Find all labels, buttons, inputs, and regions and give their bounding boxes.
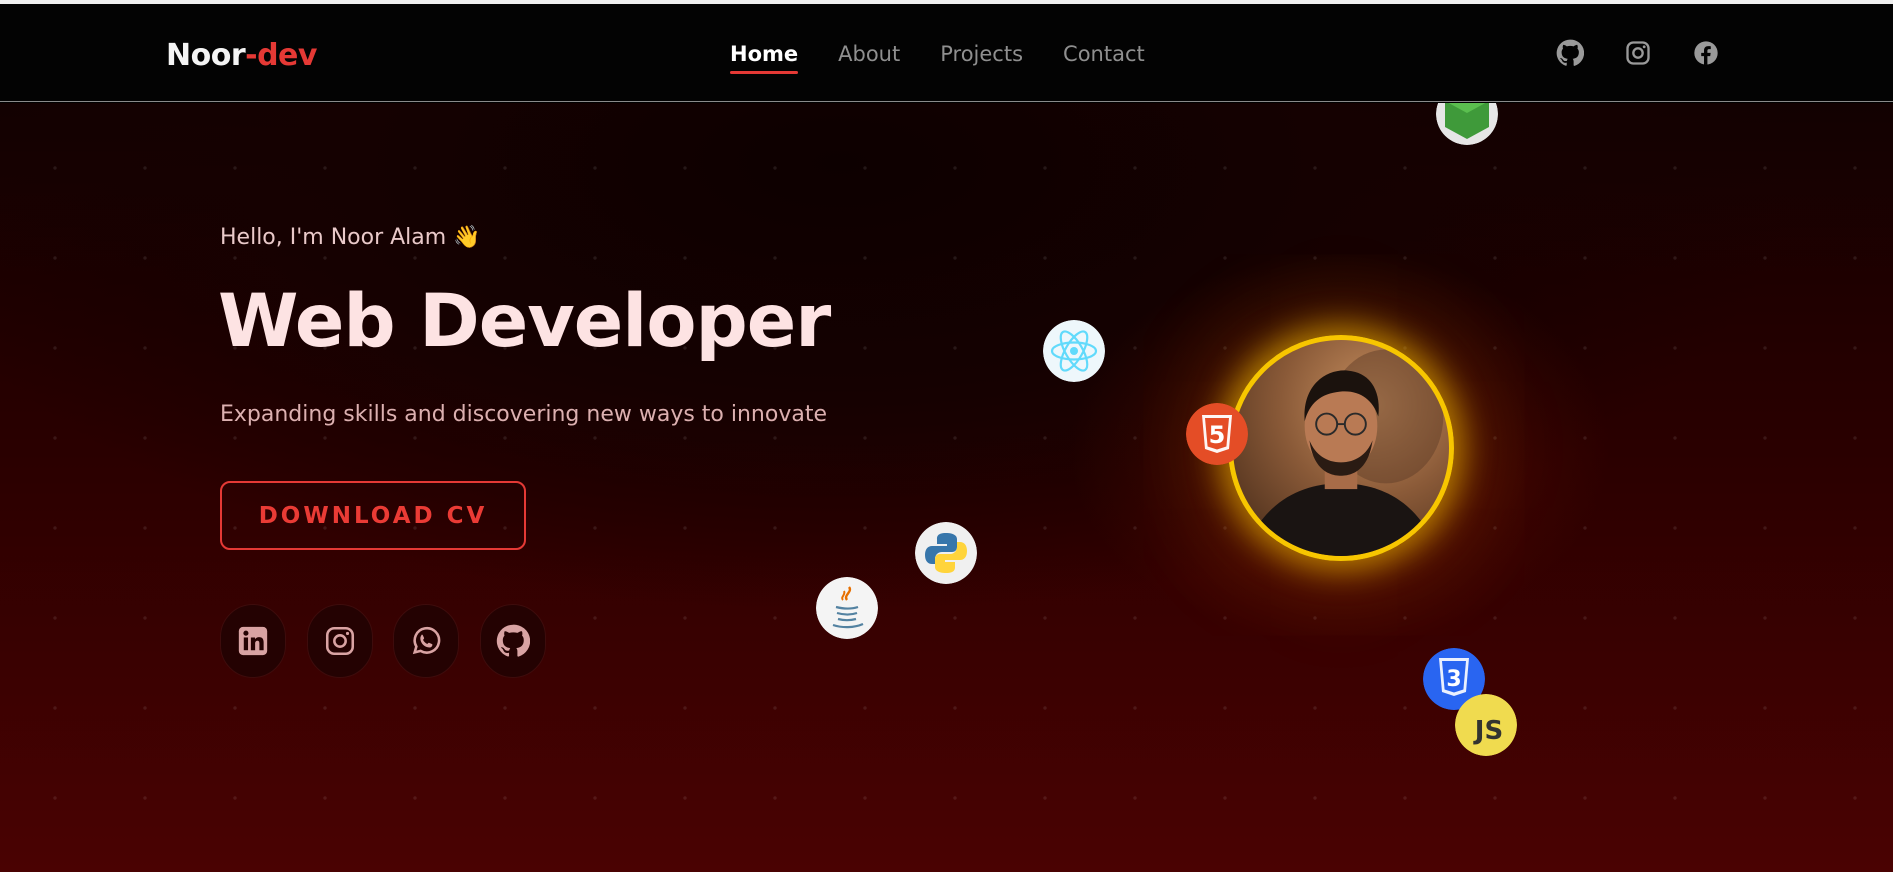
github-icon[interactable] <box>480 604 546 678</box>
hero-tagline: Expanding skills and discovering new way… <box>220 402 827 427</box>
brand-suffix: -dev <box>245 38 317 73</box>
whatsapp-icon[interactable] <box>393 604 459 678</box>
nav-link-projects[interactable]: Projects <box>940 42 1023 74</box>
nav-link-home[interactable]: Home <box>730 42 799 74</box>
instagram-icon[interactable] <box>1624 39 1652 67</box>
main-nav: Home About Projects Contact <box>730 42 1145 74</box>
github-icon[interactable] <box>1556 39 1585 67</box>
react-icon <box>1043 320 1105 382</box>
html5-badge-number: 5 <box>1209 421 1226 449</box>
instagram-icon[interactable] <box>307 604 373 678</box>
brand-name: Noor <box>166 38 246 73</box>
css3-badge-number: 3 <box>1446 667 1461 692</box>
navbar: Noor-dev Home About Projects Contact <box>0 4 1893 102</box>
hero-headline: Web Developer <box>218 279 831 364</box>
html5-icon: 5 <box>1186 403 1248 465</box>
javascript-badge-text: JS <box>1473 716 1503 746</box>
facebook-icon[interactable] <box>1692 39 1720 67</box>
hero-greeting: Hello, I'm Noor Alam 👋 <box>220 225 481 250</box>
linkedin-icon[interactable] <box>220 604 286 678</box>
java-icon <box>816 577 878 639</box>
profile-avatar <box>1228 335 1454 561</box>
nav-link-contact[interactable]: Contact <box>1063 42 1145 74</box>
download-cv-button[interactable]: DOWNLOAD CV <box>220 481 526 550</box>
javascript-icon: JS <box>1455 694 1517 756</box>
hero-section: Hello, I'm Noor Alam 👋 Web Developer Exp… <box>0 103 1893 872</box>
python-icon <box>915 522 977 584</box>
brand-logo[interactable]: Noor-dev <box>166 38 317 73</box>
nav-link-about[interactable]: About <box>838 42 900 74</box>
